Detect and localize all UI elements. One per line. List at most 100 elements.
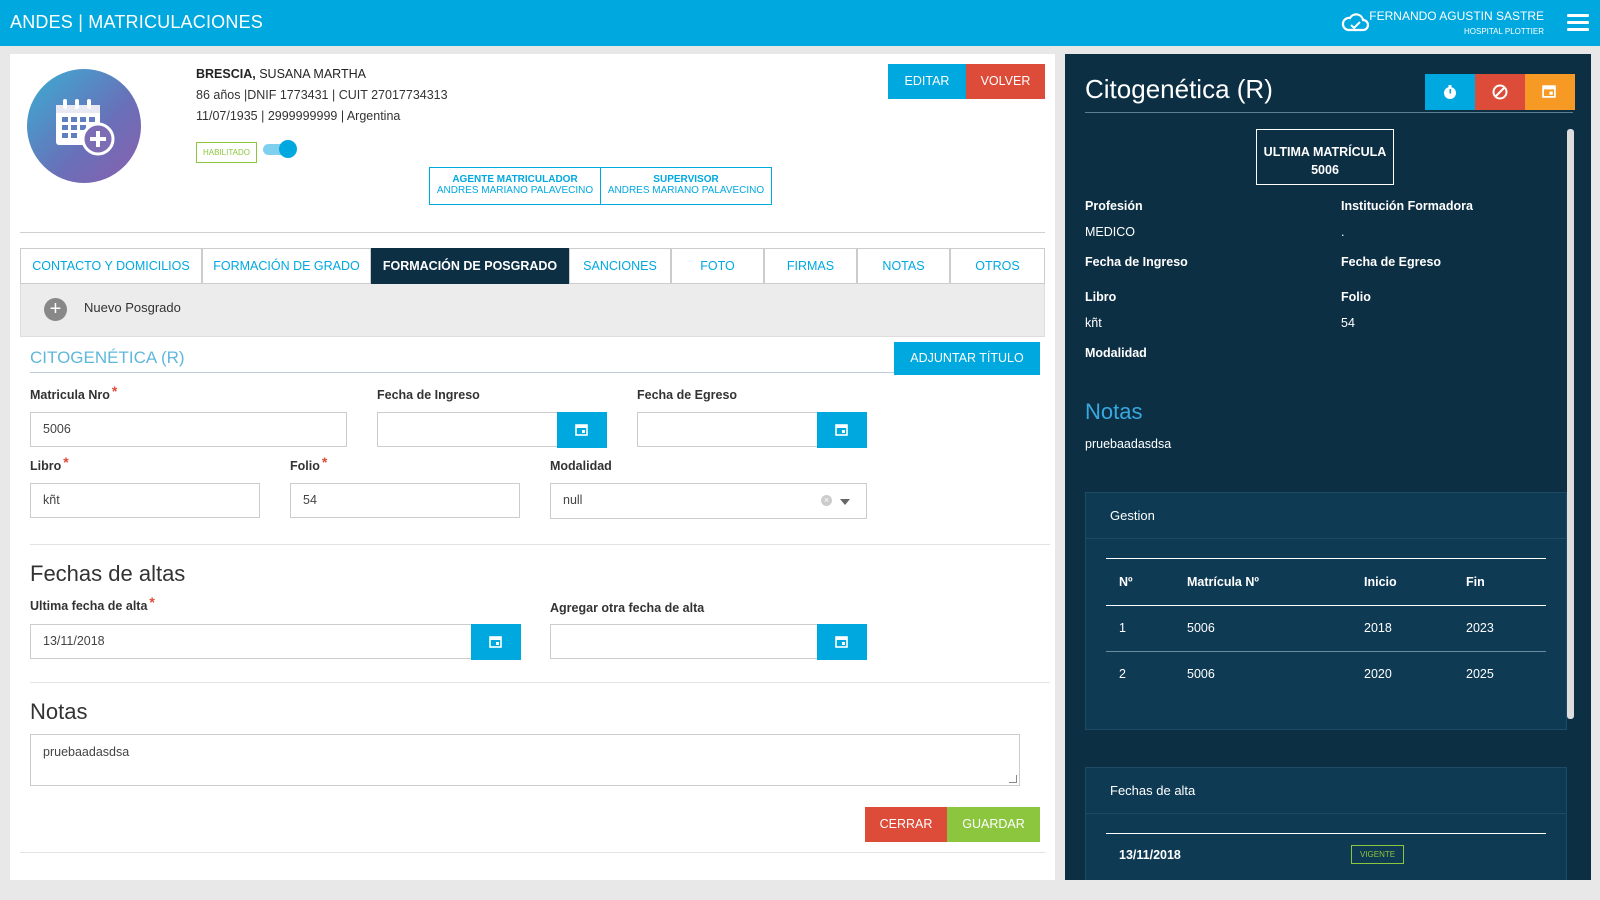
tab-notas[interactable]: NOTAS xyxy=(857,248,950,284)
patient-identity: 86 años |DNIF 1773431 | CUIT 27017734313 xyxy=(196,88,448,102)
chevron-down-icon[interactable] xyxy=(840,499,850,505)
notas-textarea[interactable]: pruebaadasdsa xyxy=(30,734,1020,786)
supervisor-name: ANDRES MARIANO PALAVECINO xyxy=(607,185,765,196)
user-name[interactable]: FERNANDO AGUSTIN SASTRE xyxy=(1369,9,1544,23)
gestion-card: Gestion Nº Matrícula Nº Inicio Fin 1 500… xyxy=(1085,492,1567,730)
agent-name: ANDRES MARIANO PALAVECINO xyxy=(436,185,594,196)
table-top-line xyxy=(1106,833,1546,834)
tab-contacto[interactable]: CONTACTO Y DOMICILIOS xyxy=(20,248,202,284)
edit-button[interactable]: EDITAR xyxy=(888,64,966,99)
patient-name: BRESCIA, SUSANA MARTHA xyxy=(196,67,366,81)
detail-scrollbar[interactable] xyxy=(1567,129,1574,719)
otra-alta-input[interactable] xyxy=(550,624,818,659)
calendar-plus-icon xyxy=(56,99,115,156)
fechas-alta-card: Fechas de alta 13/11/2018 VIGENTE xyxy=(1085,767,1567,880)
tab-formacion-grado[interactable]: FORMACIÓN DE GRADO xyxy=(202,248,371,284)
agent-role: AGENTE MATRICULADOR xyxy=(452,174,578,185)
modalidad-selected-value: null xyxy=(563,493,583,507)
institucion-label: Institución Formadora xyxy=(1341,199,1473,213)
gestion-title: Gestion xyxy=(1086,493,1566,539)
egreso-calendar-button[interactable] xyxy=(817,412,867,448)
calendar-button[interactable] xyxy=(1525,74,1575,110)
detail-libro-value: kñt xyxy=(1085,316,1102,330)
detail-modalidad-label: Modalidad xyxy=(1085,346,1147,360)
cancel-button[interactable] xyxy=(1475,74,1525,110)
detail-egreso-label: Fecha de Egreso xyxy=(1341,255,1442,269)
stopwatch-icon xyxy=(1444,85,1456,99)
table-header: Matrícula Nº xyxy=(1187,575,1259,589)
alta-date: 13/11/2018 xyxy=(1119,848,1181,862)
libro-label: Libro * xyxy=(30,454,69,473)
new-posgrado-bar[interactable]: + Nuevo Posgrado xyxy=(20,284,1045,337)
top-bar: ANDES | MATRICULACIONES FERNANDO AGUSTIN… xyxy=(0,0,1600,46)
table-cell: 2020 xyxy=(1364,667,1392,681)
notas-heading: Notas xyxy=(30,699,88,724)
last-matricula-value: 5006 xyxy=(1311,163,1339,177)
profesion-value: MEDICO xyxy=(1085,225,1135,239)
ingreso-label: Fecha de Ingreso xyxy=(377,388,480,402)
ultima-alta-input[interactable]: 13/11/2018 xyxy=(30,624,472,659)
table-header: Fin xyxy=(1466,575,1485,589)
timer-button[interactable] xyxy=(1425,74,1475,110)
tab-foto[interactable]: FOTO xyxy=(671,248,764,284)
libro-input[interactable]: kñt xyxy=(30,483,260,518)
detail-notas-value: pruebaadasdsa xyxy=(1085,437,1172,451)
required-mark: * xyxy=(149,594,155,610)
otra-alta-calendar-button[interactable] xyxy=(817,624,867,660)
altas-heading: Fechas de altas xyxy=(30,561,186,586)
section-underline xyxy=(30,372,906,373)
detail-notas-heading: Notas xyxy=(1085,399,1143,424)
calendar-icon xyxy=(835,424,848,436)
user-organization: HOSPITAL PLOTTIER xyxy=(1463,27,1544,36)
plus-icon[interactable]: + xyxy=(44,298,67,321)
egreso-label: Fecha de Egreso xyxy=(637,388,738,402)
matricula-label: Matricula Nro * xyxy=(30,383,118,402)
calendar-icon xyxy=(835,636,848,648)
ultima-alta-calendar-button[interactable] xyxy=(471,624,521,660)
close-button[interactable]: CERRAR xyxy=(865,807,947,842)
section-title: CITOGENÉTICA (R) xyxy=(30,348,185,367)
table-cell: 2025 xyxy=(1466,667,1494,681)
ingreso-calendar-button[interactable] xyxy=(557,412,607,448)
attach-title-button[interactable]: ADJUNTAR TÍTULO xyxy=(894,342,1040,375)
fechas-alta-title: Fechas de alta xyxy=(1086,768,1566,814)
otra-alta-label: Agregar otra fecha de alta xyxy=(550,601,705,615)
patient-last-name: BRESCIA, xyxy=(196,67,256,81)
cloud-icon[interactable] xyxy=(1340,11,1370,35)
save-button[interactable]: GUARDAR xyxy=(947,807,1040,842)
hamburger-menu-icon[interactable] xyxy=(1567,14,1589,32)
required-mark: * xyxy=(321,454,328,470)
detail-folio-label: Folio xyxy=(1341,290,1371,304)
modalidad-label: Modalidad xyxy=(550,459,612,473)
folio-input[interactable]: 54 xyxy=(290,483,520,518)
resize-handle[interactable] xyxy=(1009,775,1017,783)
status-badge: HABILITADO xyxy=(196,142,257,163)
app-title[interactable]: ANDES | MATRICULACIONES xyxy=(10,12,263,33)
ingreso-input[interactable] xyxy=(377,412,558,447)
back-button[interactable]: VOLVER xyxy=(966,64,1045,99)
last-matricula-box: ULTIMA MATRÍCULA 5006 xyxy=(1256,129,1394,185)
notas-text: pruebaadasdsa xyxy=(43,745,130,759)
calendar-icon xyxy=(1542,85,1556,98)
egreso-input[interactable] xyxy=(637,412,818,447)
table-cell: 1 xyxy=(1119,621,1126,635)
new-posgrado-label[interactable]: Nuevo Posgrado xyxy=(84,300,181,315)
table-row-line xyxy=(1106,651,1546,652)
supervisor-role: SUPERVISOR xyxy=(653,174,719,185)
tab-otros[interactable]: OTROS xyxy=(950,248,1045,284)
detail-panel: Citogenética (R) ULTIMA MATRÍCULA 5006 P… xyxy=(1065,54,1591,880)
ultima-alta-label: Ultima fecha de alta * xyxy=(30,594,155,613)
profesion-label: Profesión xyxy=(1085,199,1143,213)
table-top-line xyxy=(1106,558,1546,559)
required-mark: * xyxy=(111,383,118,399)
matricula-input[interactable]: 5006 xyxy=(30,412,347,447)
status-toggle[interactable] xyxy=(263,140,299,158)
avatar xyxy=(27,69,141,183)
tab-firmas[interactable]: FIRMAS xyxy=(764,248,857,284)
clear-icon[interactable]: × xyxy=(821,495,832,506)
modalidad-select[interactable]: null × xyxy=(550,483,867,519)
table-header: Inicio xyxy=(1364,575,1397,589)
tab-formacion-posgrado[interactable]: FORMACIÓN DE POSGRADO xyxy=(371,248,569,284)
table-cell: 2023 xyxy=(1466,621,1494,635)
tab-sanciones[interactable]: SANCIONES xyxy=(569,248,671,284)
